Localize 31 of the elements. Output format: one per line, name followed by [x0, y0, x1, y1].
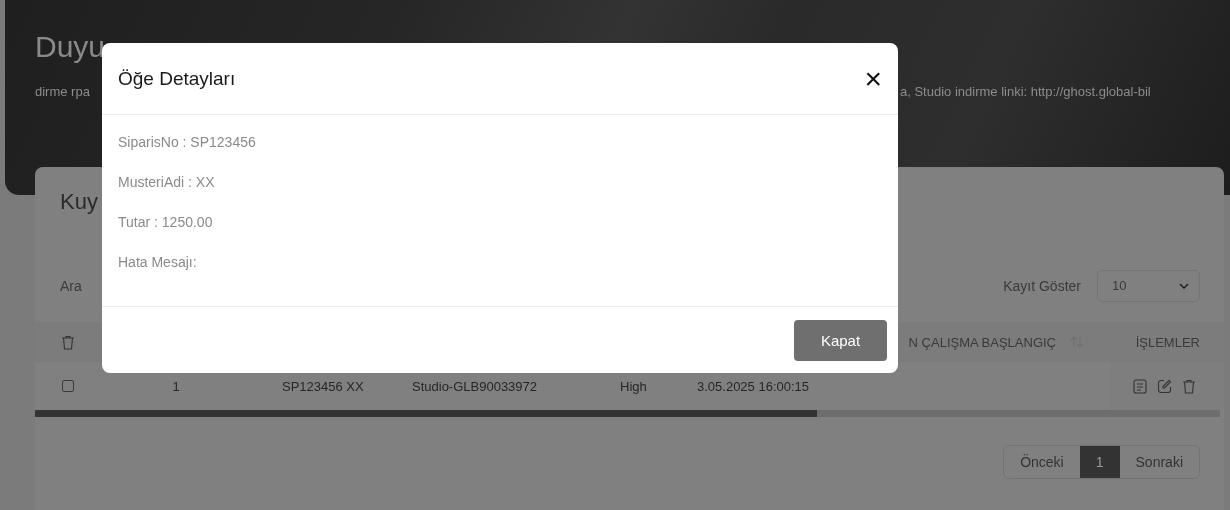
next-page-button[interactable]: Sonraki [1119, 446, 1199, 478]
modal-title: Öğe Detayları [118, 67, 236, 90]
table-cell-text: Studio-GLB90033972 [411, 378, 539, 394]
card-title: Kuy [60, 189, 98, 214]
detail-field: SiparisNo : SP123456 [118, 133, 882, 152]
edit-icon[interactable] [1157, 378, 1172, 394]
detail-field: MusteriAdi : XX [118, 173, 882, 192]
chevron-down-icon [1179, 282, 1189, 289]
table-cell-text: 1 [171, 378, 181, 394]
previous-page-button[interactable]: Önceki [1004, 446, 1080, 478]
trash-icon[interactable] [1182, 378, 1196, 394]
trash-icon[interactable] [61, 334, 75, 350]
table-cell-text: High [619, 378, 648, 394]
announcement-text: dirme rpa [35, 84, 91, 99]
row-checkbox[interactable] [62, 380, 74, 392]
detail-field: Tutar : 1250.00 [118, 213, 882, 232]
announcement-text: a, Studio indirme linki: http://ghost.global-bil [900, 84, 1151, 99]
column-header: N ÇALIŞMA BAŞLANGIÇ [908, 334, 1056, 350]
document-icon[interactable] [1133, 378, 1147, 394]
page-size-select[interactable]: 10 [1097, 269, 1200, 302]
table-cell-text: 3.05.2025 16:00:15 [696, 378, 811, 394]
page-number-button[interactable]: 1 [1079, 446, 1120, 478]
page-size-label: Kayıt Göster [1003, 277, 1081, 294]
table-cell-text: SP123456 XX [281, 378, 365, 394]
page-title: Duyu [35, 30, 106, 63]
detail-field: Hata Mesajı: [118, 253, 882, 272]
search-label: Ara [60, 277, 82, 294]
close-button[interactable]: × [860, 63, 886, 94]
close-modal-button[interactable]: Kapat [794, 319, 887, 361]
scrollbar-thumb[interactable] [35, 410, 818, 417]
column-header: İŞLEMLER [1135, 334, 1201, 350]
